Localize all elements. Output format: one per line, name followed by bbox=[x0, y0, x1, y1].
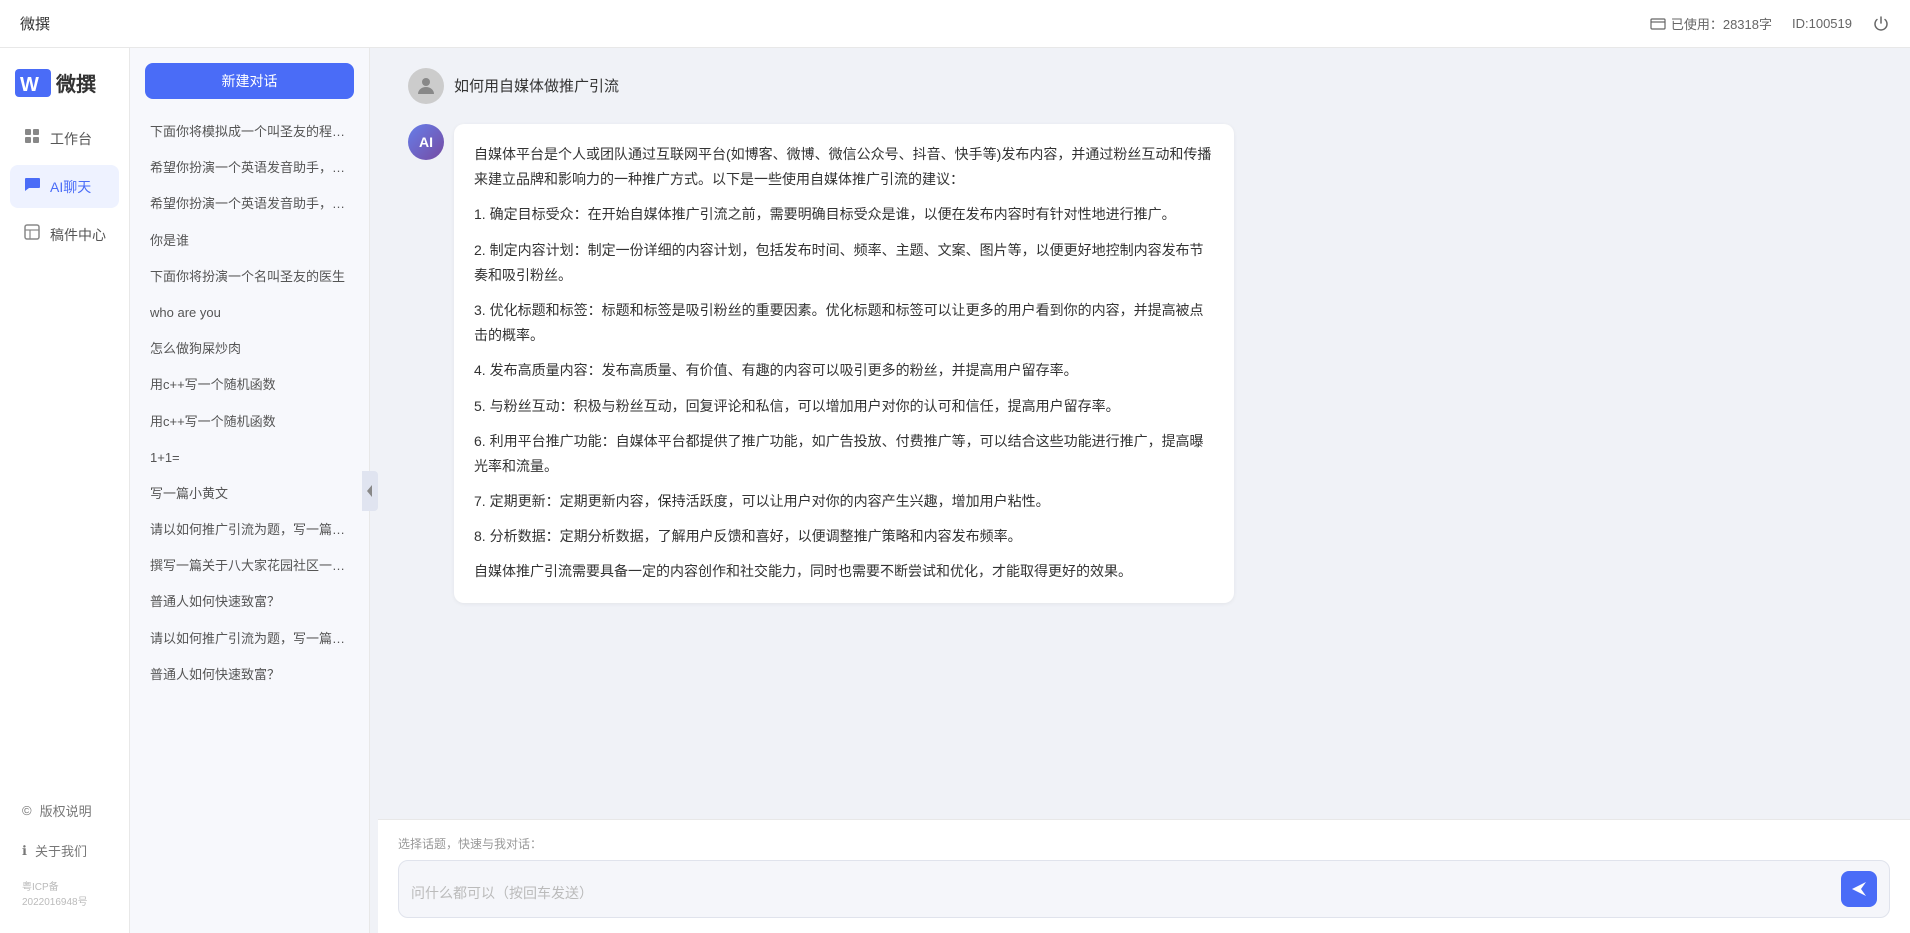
usage-text: 已使用：28318字 bbox=[1671, 14, 1772, 33]
ai-message-content: 自媒体平台是个人或团队通过互联网平台(如博客、微博、微信公众号、抖音、快手等)发… bbox=[454, 124, 1234, 603]
workbench-icon bbox=[22, 127, 42, 150]
history-item[interactable]: 请以如何推广引流为题，写一篇大纲 bbox=[140, 621, 359, 657]
nav-sidebar: W 微撰 工作台 bbox=[0, 48, 130, 933]
new-chat-button[interactable]: 新建对话 bbox=[145, 63, 354, 99]
history-item[interactable]: 怎么做狗屎炒肉 bbox=[140, 331, 359, 367]
sidebar-item-ai-chat[interactable]: AI聊天 bbox=[10, 165, 119, 208]
icp-text: 粤ICP备2022016948号 bbox=[10, 873, 119, 913]
topbar: 微撰 已使用：28318字 ID:100519 bbox=[0, 0, 1910, 48]
history-item[interactable]: 下面你将扮演一个名叫圣友的医生 bbox=[140, 259, 359, 295]
history-item[interactable]: 普通人如何快速致富？ bbox=[140, 584, 359, 620]
history-item[interactable]: 撰写一篇关于八大家花园社区一刻钟便民生... bbox=[140, 548, 359, 584]
history-item[interactable]: 1+1= bbox=[140, 440, 359, 476]
id-text: ID:100519 bbox=[1792, 16, 1852, 31]
history-item[interactable]: 希望你扮演一个英语发音助手，我提供给你... bbox=[140, 150, 359, 186]
usage-info: 已使用：28318字 bbox=[1650, 14, 1772, 33]
ai-chat-icon bbox=[22, 175, 42, 198]
chat-area: 如何用自媒体做推广引流 AI 自媒体平台是个人或团队通过互联网平台(如博客、微博… bbox=[378, 48, 1910, 933]
history-item[interactable]: 你是谁 bbox=[140, 223, 359, 259]
ai-paragraph: 自媒体平台是个人或团队通过互联网平台(如博客、微博、微信公众号、抖音、快手等)发… bbox=[474, 142, 1214, 192]
main-layout: W 微撰 工作台 bbox=[0, 48, 1910, 933]
history-item[interactable]: 希望你扮演一个英语发音助手，我提供给你... bbox=[140, 186, 359, 222]
chat-input[interactable] bbox=[411, 883, 1833, 907]
ai-paragraph: 1. 确定目标受众：在开始自媒体推广引流之前，需要明确目标受众是谁，以便在发布内… bbox=[474, 202, 1214, 227]
sidebar-item-label-workbench: 工作台 bbox=[50, 129, 92, 149]
sidebar-item-label-ai-chat: AI聊天 bbox=[50, 177, 91, 197]
history-item[interactable]: 下面你将模拟成一个叫圣友的程序员，我说... bbox=[140, 114, 359, 150]
ai-paragraph: 3. 优化标题和标签：标题和标签是吸引粉丝的重要因素。优化标题和标签可以让更多的… bbox=[474, 298, 1214, 348]
logo-icon: W bbox=[15, 69, 51, 97]
copyright-icon: © bbox=[22, 803, 32, 818]
user-avatar bbox=[408, 68, 444, 104]
history-list: 下面你将模拟成一个叫圣友的程序员，我说...希望你扮演一个英语发音助手，我提供给… bbox=[130, 109, 369, 933]
nav-logo: W 微撰 bbox=[0, 68, 129, 117]
ai-paragraph: 自媒体推广引流需要具备一定的内容创作和社交能力，同时也需要不断尝试和优化，才能取… bbox=[474, 559, 1214, 584]
history-item[interactable]: 请以如何推广引流为题，写一篇大纲 bbox=[140, 512, 359, 548]
user-message: 如何用自媒体做推广引流 bbox=[408, 68, 1880, 104]
user-message-text: 如何用自媒体做推广引流 bbox=[454, 68, 619, 96]
ai-avatar: AI bbox=[408, 124, 444, 160]
history-sidebar: 新建对话 下面你将模拟成一个叫圣友的程序员，我说...希望你扮演一个英语发音助手… bbox=[130, 48, 370, 933]
collapse-toggle[interactable] bbox=[362, 471, 378, 511]
quick-prompts-label: 选择话题，快速与我对话： bbox=[398, 835, 1890, 852]
sidebar-item-plugins[interactable]: 稿件中心 bbox=[10, 213, 119, 256]
nav-bottom: © 版权说明 ℹ 关于我们 粤ICP备2022016948号 bbox=[0, 793, 129, 913]
nav-items: 工作台 AI聊天 稿件中心 bbox=[0, 117, 129, 793]
history-header: 新建对话 bbox=[130, 48, 369, 109]
chat-input-area: 选择话题，快速与我对话： bbox=[378, 819, 1910, 933]
about-icon: ℹ bbox=[22, 843, 27, 859]
send-button[interactable] bbox=[1841, 871, 1877, 907]
sidebar-item-copyright[interactable]: © 版权说明 bbox=[10, 793, 119, 828]
sidebar-item-label-about: 关于我们 bbox=[35, 841, 87, 860]
history-item[interactable]: 用c++写一个随机函数 bbox=[140, 404, 359, 440]
power-icon[interactable] bbox=[1872, 15, 1890, 33]
sidebar-item-label-copyright: 版权说明 bbox=[40, 801, 92, 820]
history-item[interactable]: who are you bbox=[140, 295, 359, 331]
sidebar-item-workbench[interactable]: 工作台 bbox=[10, 117, 119, 160]
topbar-title: 微撰 bbox=[20, 13, 50, 34]
ai-paragraph: 4. 发布高质量内容：发布高质量、有价值、有趣的内容可以吸引更多的粉丝，并提高用… bbox=[474, 358, 1214, 383]
plugins-icon bbox=[22, 223, 42, 246]
svg-text:W: W bbox=[20, 74, 39, 96]
history-item[interactable]: 写一篇小黄文 bbox=[140, 476, 359, 512]
logo-text: 微撰 bbox=[56, 68, 96, 97]
info-icon bbox=[1650, 16, 1666, 32]
sidebar-item-label-plugins: 稿件中心 bbox=[50, 225, 106, 245]
ai-paragraph: 2. 制定内容计划：制定一份详细的内容计划，包括发布时间、频率、主题、文案、图片… bbox=[474, 238, 1214, 288]
ai-paragraph: 6. 利用平台推广功能：自媒体平台都提供了推广功能，如广告投放、付费推广等，可以… bbox=[474, 429, 1214, 479]
chat-messages: 如何用自媒体做推广引流 AI 自媒体平台是个人或团队通过互联网平台(如博客、微博… bbox=[378, 48, 1910, 819]
ai-paragraph: 7. 定期更新：定期更新内容，保持活跃度，可以让用户对你的内容产生兴趣，增加用户… bbox=[474, 489, 1214, 514]
send-icon bbox=[1850, 880, 1868, 898]
topbar-right: 已使用：28318字 ID:100519 bbox=[1650, 14, 1890, 33]
history-item[interactable]: 普通人如何快速致富？ bbox=[140, 657, 359, 693]
ai-message: AI 自媒体平台是个人或团队通过互联网平台(如博客、微博、微信公众号、抖音、快手… bbox=[408, 124, 1880, 603]
ai-paragraph: 8. 分析数据：定期分析数据，了解用户反馈和喜好，以便调整推广策略和内容发布频率… bbox=[474, 524, 1214, 549]
sidebar-item-about[interactable]: ℹ 关于我们 bbox=[10, 833, 119, 868]
ai-paragraph: 5. 与粉丝互动：积极与粉丝互动，回复评论和私信，可以增加用户对你的认可和信任，… bbox=[474, 394, 1214, 419]
input-container bbox=[398, 860, 1890, 918]
history-item[interactable]: 用c++写一个随机函数 bbox=[140, 367, 359, 403]
